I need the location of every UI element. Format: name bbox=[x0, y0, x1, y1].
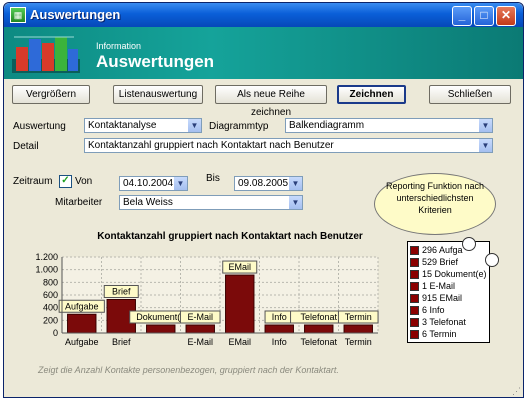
data-label: E-Mail bbox=[187, 312, 213, 322]
minimize-button[interactable]: _ bbox=[452, 6, 472, 26]
detail-label: Detail bbox=[13, 141, 39, 152]
legend-item: 6 Info bbox=[410, 305, 445, 316]
auswertung-label: Auswertung bbox=[13, 121, 66, 132]
legend-swatch bbox=[410, 294, 419, 304]
chevron-down-icon[interactable]: ▼ bbox=[479, 139, 492, 152]
legend-swatch bbox=[410, 282, 419, 292]
bar bbox=[343, 324, 373, 334]
maximize-button[interactable]: □ bbox=[474, 6, 494, 26]
legend-label: 3 Telefonat bbox=[422, 317, 466, 327]
legend-label: 1 E-Mail bbox=[422, 281, 456, 291]
data-label: Aufgabe bbox=[65, 301, 99, 311]
legend-swatch bbox=[410, 318, 419, 328]
window-title: Auswertungen bbox=[30, 7, 121, 22]
legend-swatch bbox=[410, 258, 419, 268]
legend-item: 1 E-Mail bbox=[410, 281, 455, 292]
legend-label: 6 Termin bbox=[422, 329, 457, 339]
bar bbox=[304, 324, 334, 334]
legend-item: 3 Telefonat bbox=[410, 317, 466, 328]
legend-item: 296 Aufga bbox=[410, 245, 463, 256]
window: ▦ Auswertungen _ □ ✕ Information Auswert… bbox=[3, 2, 524, 398]
legend-handle[interactable] bbox=[485, 253, 499, 267]
legend-swatch bbox=[410, 306, 419, 316]
schliessen-button[interactable]: Schließen bbox=[429, 85, 511, 104]
auswertung-select[interactable]: Kontaktanalyse ▼ bbox=[84, 118, 202, 133]
x-tick-label: Aufgabe bbox=[65, 337, 99, 347]
chart-legend[interactable]: 296 Aufga 529 Brief 15 Dokument(e) 1 E-Mail… bbox=[407, 241, 490, 343]
detail-select[interactable]: Kontaktanzahl gruppiert nach Kontaktart … bbox=[84, 138, 493, 153]
x-tick-label: E-Mail bbox=[187, 337, 213, 347]
title-bar[interactable]: ▦ Auswertungen _ □ ✕ bbox=[4, 3, 523, 27]
legend-item: 6 Termin bbox=[410, 329, 456, 340]
neue-reihe-button[interactable]: Als neue Reihe zeichnen bbox=[215, 85, 327, 118]
y-tick-label: 1.000 bbox=[35, 265, 58, 275]
detail-value: Kontaktanzahl gruppiert nach Kontaktart … bbox=[88, 140, 334, 151]
bar-chart: Kontaktanzahl gruppiert nach Kontaktart … bbox=[35, 231, 379, 347]
bar bbox=[185, 324, 215, 334]
data-label: Termin bbox=[345, 312, 372, 322]
auswertung-value: Kontaktanalyse bbox=[88, 120, 157, 131]
close-button[interactable]: ✕ bbox=[496, 6, 516, 26]
y-tick-label: 400 bbox=[43, 303, 58, 313]
legend-item: 529 Brief bbox=[410, 257, 458, 268]
bar bbox=[146, 324, 176, 334]
legend-handle[interactable] bbox=[462, 237, 476, 251]
legend-label: 915 EMail bbox=[422, 293, 463, 303]
app-icon: ▦ bbox=[10, 7, 26, 23]
vergroessern-button[interactable]: Vergrößern bbox=[12, 85, 90, 104]
data-label: EMail bbox=[228, 262, 251, 272]
diagrammtyp-value: Balkendiagramm bbox=[289, 120, 365, 131]
bar bbox=[264, 324, 294, 334]
x-tick-label: EMail bbox=[228, 337, 251, 347]
y-tick-label: 200 bbox=[43, 315, 58, 325]
legend-item: 15 Dokument(e) bbox=[410, 269, 487, 280]
chart-description: Zeigt die Anzahl Kontakte personenbezoge… bbox=[38, 365, 339, 375]
diagrammtyp-select[interactable]: Balkendiagramm ▼ bbox=[285, 118, 493, 133]
x-tick-label: Info bbox=[272, 337, 287, 347]
toolbar: Vergrößern Listenauswertung Als neue Rei… bbox=[4, 79, 523, 118]
y-tick-label: 0 bbox=[53, 328, 58, 338]
chevron-down-icon[interactable]: ▼ bbox=[188, 119, 201, 132]
legend-swatch bbox=[410, 246, 419, 256]
x-tick-label: Brief bbox=[112, 337, 131, 347]
legend-label: 529 Brief bbox=[422, 257, 459, 267]
data-label: Brief bbox=[112, 286, 131, 296]
bar bbox=[67, 313, 97, 334]
bar bbox=[225, 274, 255, 334]
legend-label: 15 Dokument(e) bbox=[422, 269, 487, 279]
chart-panel: Kontaktanzahl gruppiert nach Kontaktart … bbox=[28, 175, 405, 363]
data-label: Dokument(e bbox=[136, 312, 185, 322]
x-tick-label: Telefonat bbox=[300, 337, 337, 347]
header-title: Auswertungen bbox=[96, 52, 215, 71]
data-label: Telefonat bbox=[300, 312, 337, 322]
legend-label: 6 Info bbox=[422, 305, 445, 315]
legend-swatch bbox=[410, 270, 419, 280]
legend-item: 915 EMail bbox=[410, 293, 462, 304]
x-tick-label: Termin bbox=[345, 337, 372, 347]
chart-title: Kontaktanzahl gruppiert nach Kontaktart … bbox=[97, 231, 363, 242]
legend-label: 296 Aufga bbox=[422, 245, 463, 255]
zeichnen-button[interactable]: Zeichnen bbox=[337, 85, 406, 104]
y-tick-label: 600 bbox=[43, 290, 58, 300]
y-tick-label: 1.200 bbox=[35, 252, 58, 262]
chart-logo-icon bbox=[12, 36, 80, 73]
resize-grip-icon[interactable]: ⋰ bbox=[512, 386, 522, 396]
listenauswertung-button[interactable]: Listenauswertung bbox=[113, 85, 203, 104]
data-label: Info bbox=[272, 312, 287, 322]
y-tick-label: 800 bbox=[43, 277, 58, 287]
header-banner: Information Auswertungen bbox=[4, 27, 523, 79]
header-subtitle: Information bbox=[96, 41, 142, 51]
chevron-down-icon[interactable]: ▼ bbox=[479, 119, 492, 132]
diagrammtyp-label: Diagrammtyp bbox=[209, 121, 269, 132]
legend-swatch bbox=[410, 330, 419, 340]
